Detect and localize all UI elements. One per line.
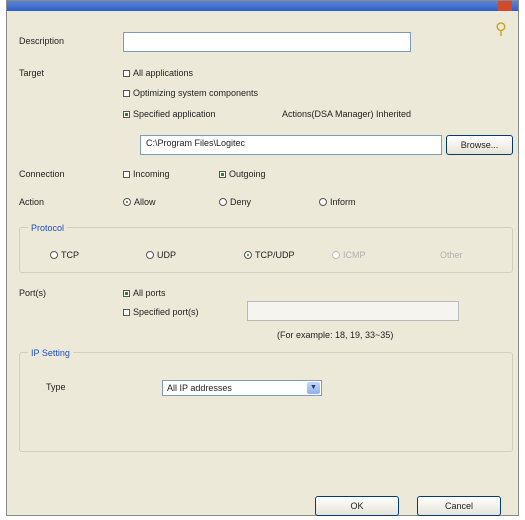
- port-all-label: All ports: [133, 288, 166, 298]
- checkbox-icon[interactable]: [123, 308, 130, 316]
- target-option-label: All applications: [133, 68, 194, 78]
- protocol-option-label: Other: [440, 250, 463, 260]
- description-label: Description: [19, 36, 65, 46]
- port-label: Port(s): [19, 288, 46, 298]
- title-bar: [7, 1, 518, 11]
- radio-icon[interactable]: [332, 251, 340, 259]
- ip-type-select[interactable]: All IP addresses ▼: [162, 380, 322, 396]
- protocol-tcp[interactable]: TCP: [50, 249, 79, 261]
- port-specified-label: Specified port(s): [133, 307, 199, 317]
- connection-outgoing[interactable]: Outgoing: [219, 168, 266, 180]
- port-example: (For example: 18, 19, 33~35): [277, 330, 394, 340]
- checkbox-icon[interactable]: [123, 289, 130, 297]
- port-specified[interactable]: Specified port(s): [123, 306, 199, 318]
- connection-option-label: Incoming: [133, 169, 170, 179]
- target-label: Target: [19, 68, 45, 78]
- checkbox-icon[interactable]: [123, 69, 130, 77]
- protocol-option-label: ICMP: [343, 250, 366, 260]
- protocol-option-label: TCP: [61, 250, 79, 260]
- ip-type-label: Type: [46, 382, 66, 392]
- checkbox-icon[interactable]: [123, 110, 130, 118]
- radio-icon[interactable]: [123, 198, 131, 206]
- action-label: Action: [19, 197, 45, 207]
- target-all-applications[interactable]: All applications: [123, 67, 193, 79]
- ip-setting-group-title: IP Setting: [28, 348, 73, 358]
- port-input[interactable]: [247, 301, 459, 321]
- protocol-option-label: TCP/UDP: [255, 250, 295, 260]
- action-option-label: Deny: [230, 197, 252, 207]
- connection-option-label: Outgoing: [229, 169, 266, 179]
- radio-icon[interactable]: [219, 198, 227, 206]
- action-option-label: Allow: [134, 197, 156, 207]
- close-button[interactable]: [498, 1, 512, 11]
- rule-dialog: ⚲ Description Target All applications Op…: [6, 0, 519, 516]
- target-specified-application[interactable]: Specified application: [123, 108, 216, 120]
- checkbox-icon[interactable]: [123, 170, 130, 178]
- action-option-label: Inform: [330, 197, 356, 207]
- ip-type-value: All IP addresses: [167, 383, 232, 393]
- protocol-other[interactable]: Other: [440, 249, 463, 261]
- application-path-input[interactable]: C:\Program Files\Logitec: [140, 135, 442, 155]
- action-inform[interactable]: Inform: [319, 196, 356, 208]
- radio-icon[interactable]: [319, 198, 327, 206]
- checkbox-icon[interactable]: [123, 89, 130, 97]
- port-all[interactable]: All ports: [123, 287, 166, 299]
- target-optimizing-system[interactable]: Optimizing system components: [123, 87, 258, 99]
- protocol-group: Protocol TCP UDP TCP/UDP ICMP Other: [19, 223, 513, 273]
- browse-button[interactable]: Browse...: [446, 135, 513, 155]
- ok-button[interactable]: OK: [315, 496, 399, 516]
- radio-icon[interactable]: [50, 251, 58, 259]
- cancel-button[interactable]: Cancel: [417, 496, 501, 516]
- help-icon[interactable]: ⚲: [492, 21, 510, 39]
- protocol-tcp-udp[interactable]: TCP/UDP: [244, 249, 295, 261]
- description-input[interactable]: [123, 32, 411, 52]
- ip-setting-group: IP Setting Type All IP addresses ▼: [19, 348, 513, 452]
- target-option-label: Optimizing system components: [133, 88, 259, 98]
- chevron-down-icon[interactable]: ▼: [307, 382, 320, 394]
- connection-incoming[interactable]: Incoming: [123, 168, 170, 180]
- connection-label: Connection: [19, 169, 65, 179]
- radio-icon[interactable]: [146, 251, 154, 259]
- target-option-label: Specified application: [133, 109, 216, 119]
- protocol-icmp[interactable]: ICMP: [332, 249, 366, 261]
- protocol-udp[interactable]: UDP: [146, 249, 176, 261]
- checkbox-icon[interactable]: [219, 170, 226, 178]
- target-alias-text: Actions(DSA Manager) Inherited: [282, 109, 412, 119]
- protocol-group-title: Protocol: [28, 223, 68, 233]
- protocol-option-label: UDP: [157, 250, 177, 260]
- action-deny[interactable]: Deny: [219, 196, 251, 208]
- radio-icon[interactable]: [244, 251, 252, 259]
- action-allow[interactable]: Allow: [123, 196, 156, 208]
